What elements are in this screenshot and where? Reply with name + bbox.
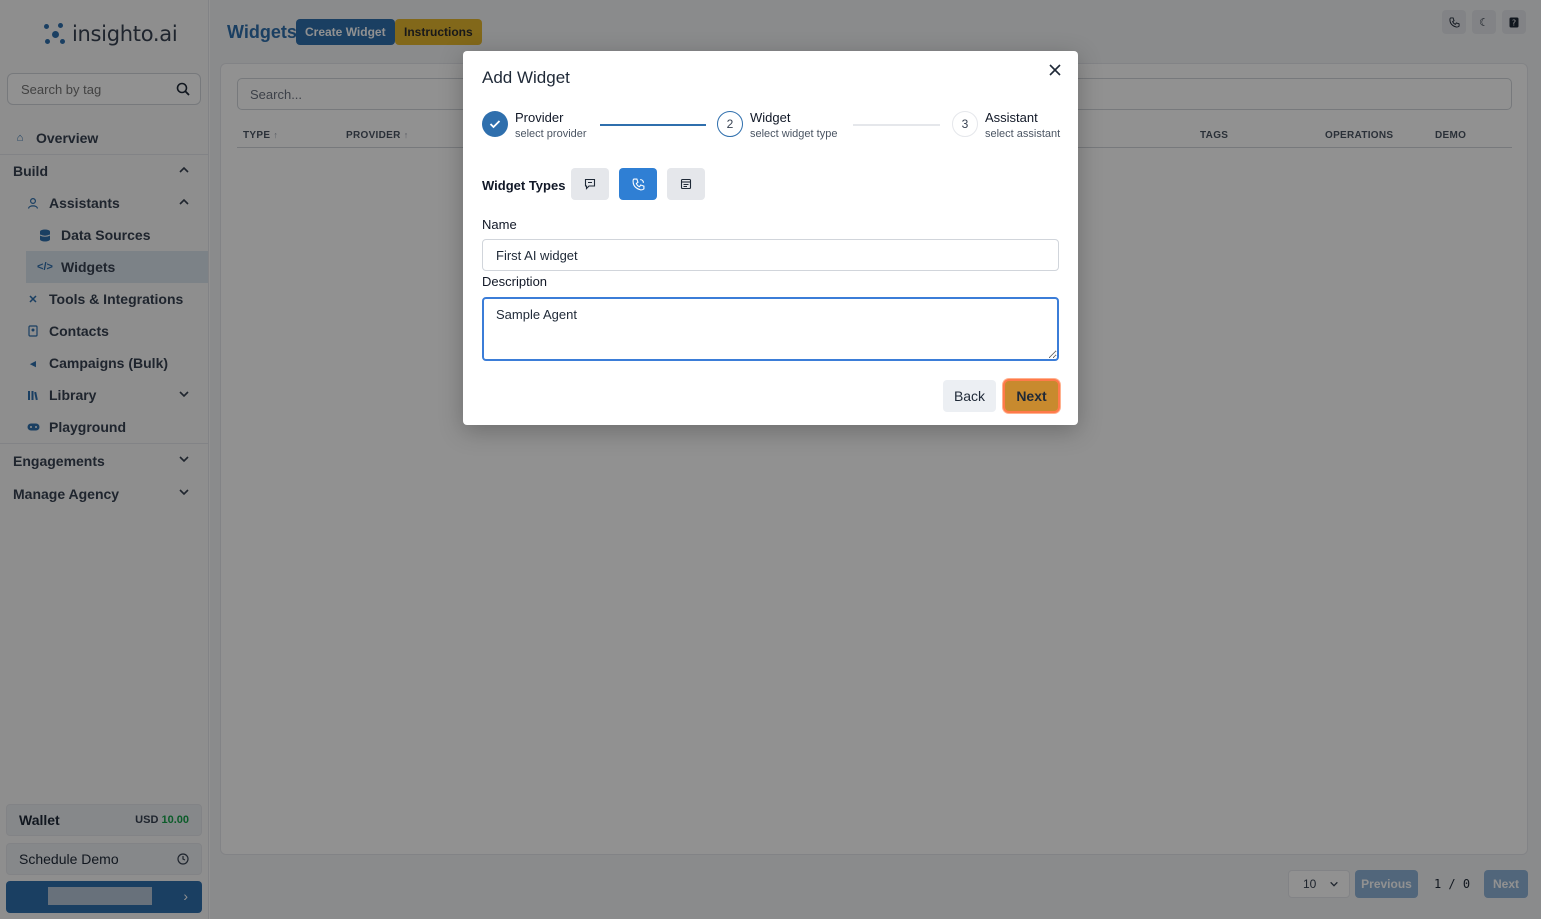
- step-subtitle: select provider: [515, 128, 587, 140]
- step-connector-complete: [600, 124, 706, 126]
- next-button[interactable]: Next: [1003, 379, 1060, 413]
- widget-type-form-button[interactable]: [667, 168, 705, 200]
- form-icon: [680, 178, 692, 190]
- back-button[interactable]: Back: [943, 380, 996, 412]
- step-subtitle: select widget type: [750, 128, 838, 140]
- step-number: 3: [952, 111, 978, 137]
- step-subtitle: select assistant: [985, 128, 1061, 140]
- check-icon: [482, 111, 508, 137]
- widget-type-chat-button[interactable]: [571, 168, 609, 200]
- step-title: Assistant: [985, 110, 1038, 125]
- description-label: Description: [482, 274, 548, 289]
- close-icon[interactable]: [1048, 63, 1062, 77]
- name-label: Name: [482, 217, 517, 232]
- widget-name-input[interactable]: [482, 239, 1059, 271]
- chat-icon: [584, 178, 596, 190]
- phone-call-icon: [632, 178, 644, 190]
- widget-description-textarea[interactable]: Sample Agent: [482, 297, 1059, 361]
- widget-types-label: Widget Types: [482, 178, 566, 193]
- dialog-title: Add Widget: [482, 68, 570, 87]
- add-widget-dialog: Add Widget Provider select provider 2 Wi…: [463, 51, 1078, 425]
- step-provider: Provider select provider: [482, 110, 592, 142]
- step-assistant: 3 Assistant select assistant: [952, 110, 1062, 142]
- step-title: Widget: [750, 110, 791, 125]
- step-number: 2: [717, 111, 743, 137]
- widget-type-voice-button[interactable]: [619, 168, 657, 200]
- step-title: Provider: [515, 110, 564, 125]
- step-connector-pending: [853, 124, 940, 126]
- step-widget: 2 Widget select widget type: [717, 110, 847, 142]
